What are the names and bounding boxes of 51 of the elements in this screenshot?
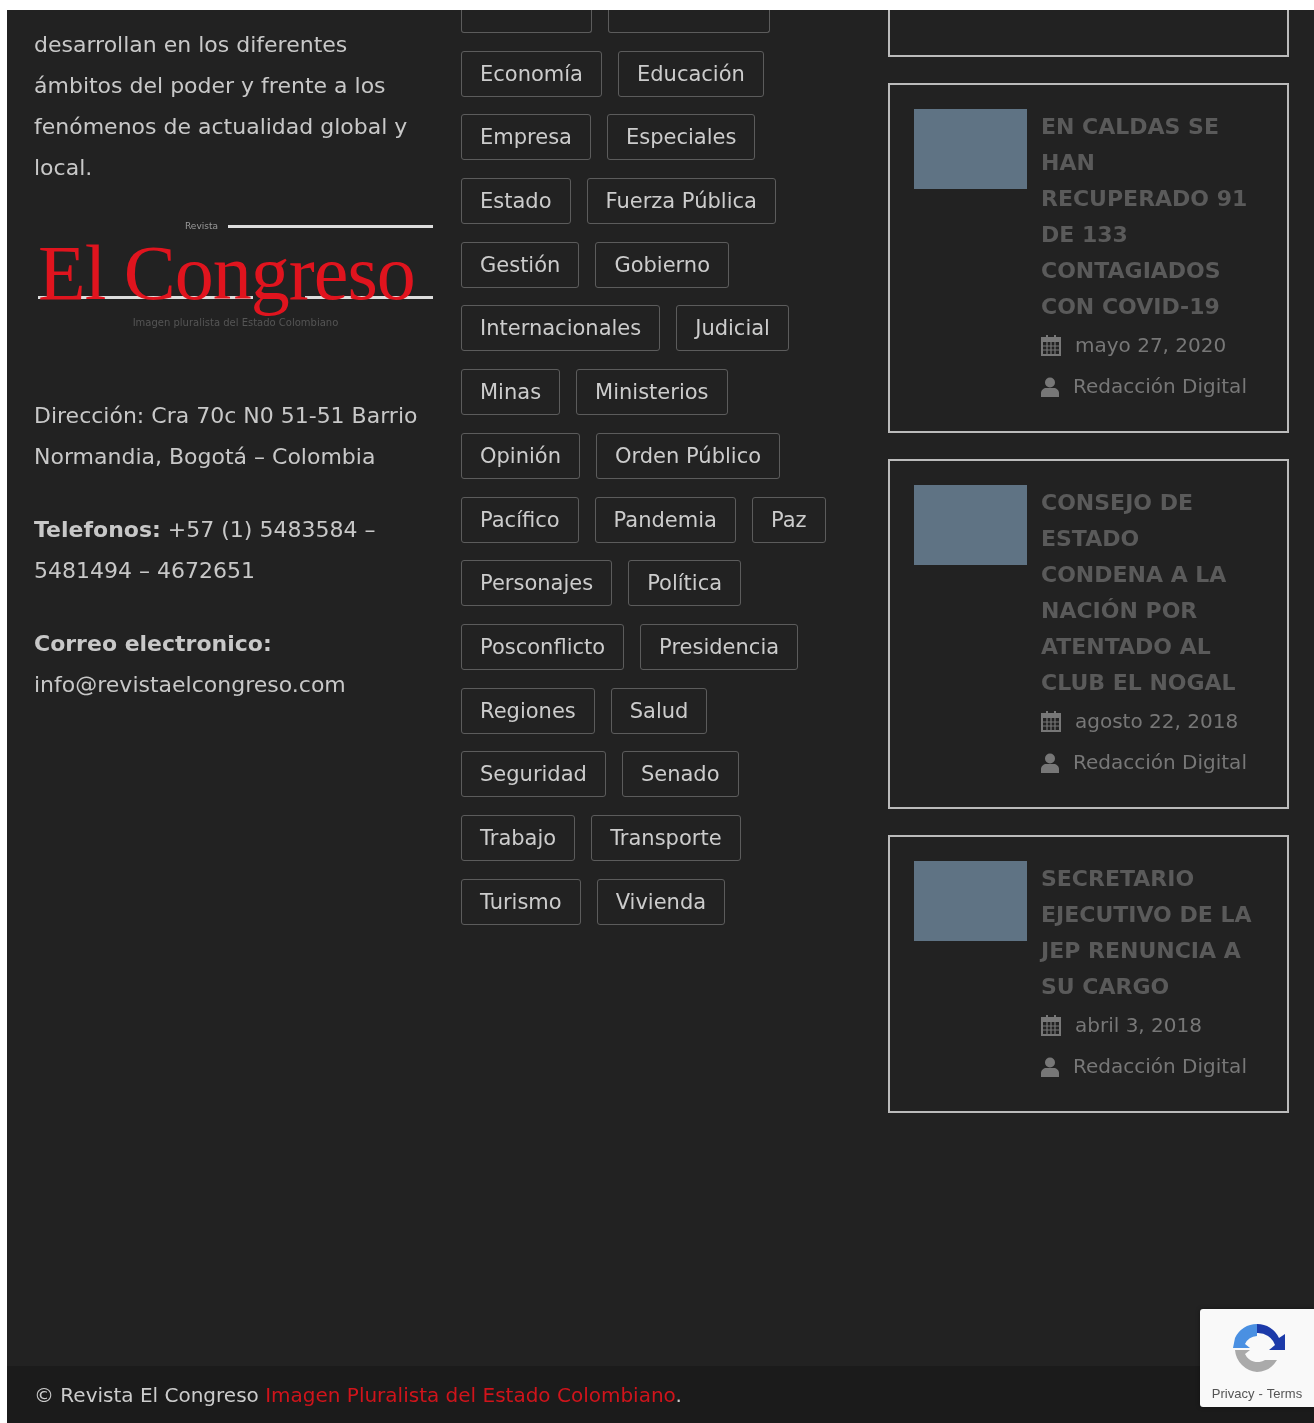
tag-link[interactable]: Seguridad xyxy=(461,751,606,798)
tag-link[interactable]: Educación xyxy=(618,50,764,97)
post-author[interactable]: Redacción Digital xyxy=(1073,742,1247,783)
calendar-icon xyxy=(1041,1015,1061,1036)
tag-link[interactable]: Fuerza Pública xyxy=(586,178,776,225)
copyright-text: © Revista El Congreso Imagen Pluralista del Estado Colombiano. xyxy=(34,1382,682,1407)
tag-link[interactable]: Vivienda xyxy=(596,878,726,925)
tag-link[interactable]: Salud xyxy=(610,687,708,734)
calendar-icon xyxy=(1041,711,1061,732)
user-icon xyxy=(1041,376,1059,397)
tag-link[interactable]: Gestión xyxy=(461,241,580,288)
tag-link[interactable]: Economía xyxy=(461,50,602,97)
tag-link[interactable]: Internacionales xyxy=(461,305,661,352)
post-date: mayo 27, 2020 xyxy=(1075,332,1227,359)
contact-info: Telefonos: +57 (1) 5483584 – 5481494 – 4672651 xyxy=(34,516,377,585)
tag-link[interactable]: Pacífico xyxy=(461,496,579,543)
tag-link[interactable]: Transporte xyxy=(591,814,741,861)
tag-link[interactable]: Posconflicto xyxy=(461,623,625,670)
contact-info: Dirección: Cra 70c N0 51-51 Barrio Normandia, Bogotá – Colombia xyxy=(34,402,419,471)
tag-link[interactable]: Pandemia xyxy=(594,496,736,543)
privacy-link[interactable]: Privacy xyxy=(1211,1386,1255,1401)
contact-info: Correo electronico: info@revistaelcongreso.com xyxy=(34,630,347,699)
about-paragraph: desarrollan en los diferentes ámbitos del poder y frente a los fenómenos de actualidad global y local. xyxy=(34,31,409,182)
tag-link[interactable]: Especiales xyxy=(606,114,756,161)
tag-link[interactable]: Ministerios xyxy=(576,369,728,416)
calendar-icon xyxy=(1041,335,1061,356)
tag-link[interactable]: Orden Público xyxy=(596,432,781,479)
separator-text: - xyxy=(1258,1386,1263,1401)
tag-link[interactable]: Senado xyxy=(621,751,739,798)
logo-wordmark: El Congreso xyxy=(38,229,415,317)
tag-link[interactable]: Personajes xyxy=(461,560,613,607)
post-date: agosto 22, 2018 xyxy=(1075,708,1239,735)
tag-link[interactable]: Turismo xyxy=(461,878,581,925)
user-icon xyxy=(1041,752,1059,773)
tag-link[interactable]: Opinión xyxy=(461,432,580,479)
tag-link[interactable]: Paz xyxy=(751,496,826,543)
post-author[interactable]: Redacción Digital xyxy=(1073,1046,1247,1087)
tag-link[interactable]: Minas xyxy=(461,369,561,416)
logo-small-text: Revista xyxy=(185,221,218,231)
tag-link[interactable]: Presidencia xyxy=(640,623,799,670)
post-author[interactable]: Redacción Digital xyxy=(1073,366,1247,407)
tag-link[interactable]: Judicial xyxy=(676,305,789,352)
tag-link[interactable]: Estado xyxy=(461,178,571,225)
tag-link[interactable]: Política xyxy=(628,560,742,607)
tag-link[interactable]: Gobierno xyxy=(595,241,729,288)
tag-link[interactable]: Empresa xyxy=(461,114,591,161)
tag-link[interactable]: Trabajo xyxy=(461,814,576,861)
user-icon xyxy=(1041,1056,1059,1077)
post-date: abril 3, 2018 xyxy=(1075,1012,1202,1039)
terms-link[interactable]: Terms xyxy=(1266,1386,1303,1401)
tag-link[interactable]: Regiones xyxy=(461,687,595,734)
